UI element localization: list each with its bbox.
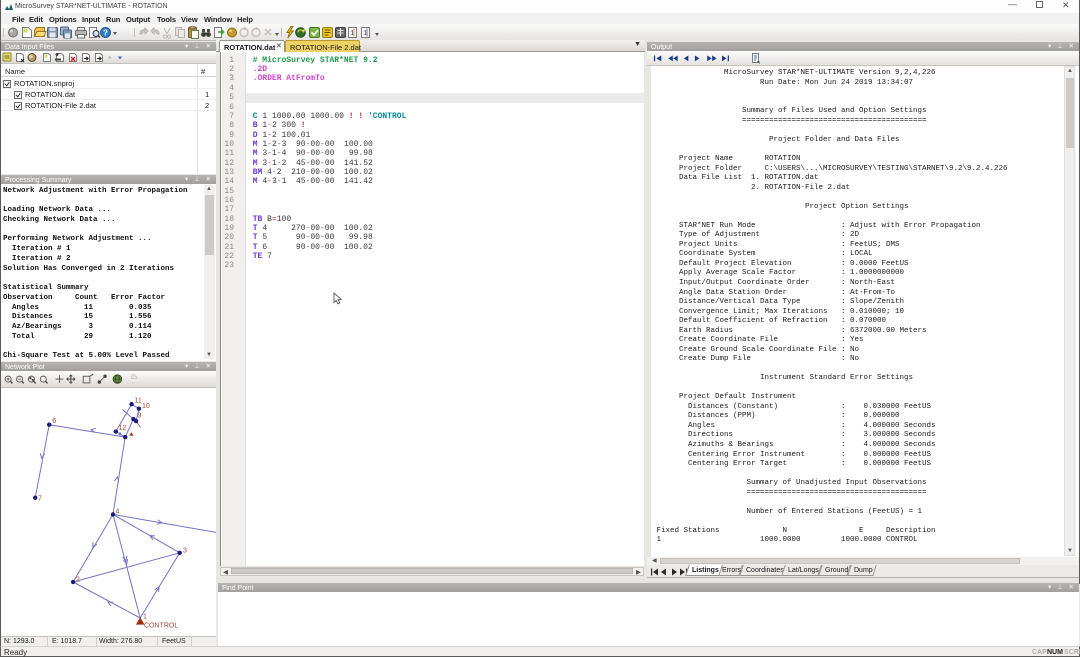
svg-text:4: 4 <box>116 509 120 516</box>
svg-text:CONTROL: CONTROL <box>144 623 178 630</box>
svg-text:10: 10 <box>142 403 150 410</box>
svg-text:12: 12 <box>119 425 127 432</box>
svg-text:3: 3 <box>183 548 187 555</box>
svg-text:6: 6 <box>52 418 56 425</box>
svg-text:9: 9 <box>138 413 142 420</box>
svg-text:7: 7 <box>38 496 42 503</box>
svg-text:?: ? <box>103 29 108 38</box>
svg-text:11: 11 <box>135 398 142 405</box>
svg-text:2: 2 <box>76 577 80 584</box>
svg-text:1: 1 <box>143 614 147 621</box>
